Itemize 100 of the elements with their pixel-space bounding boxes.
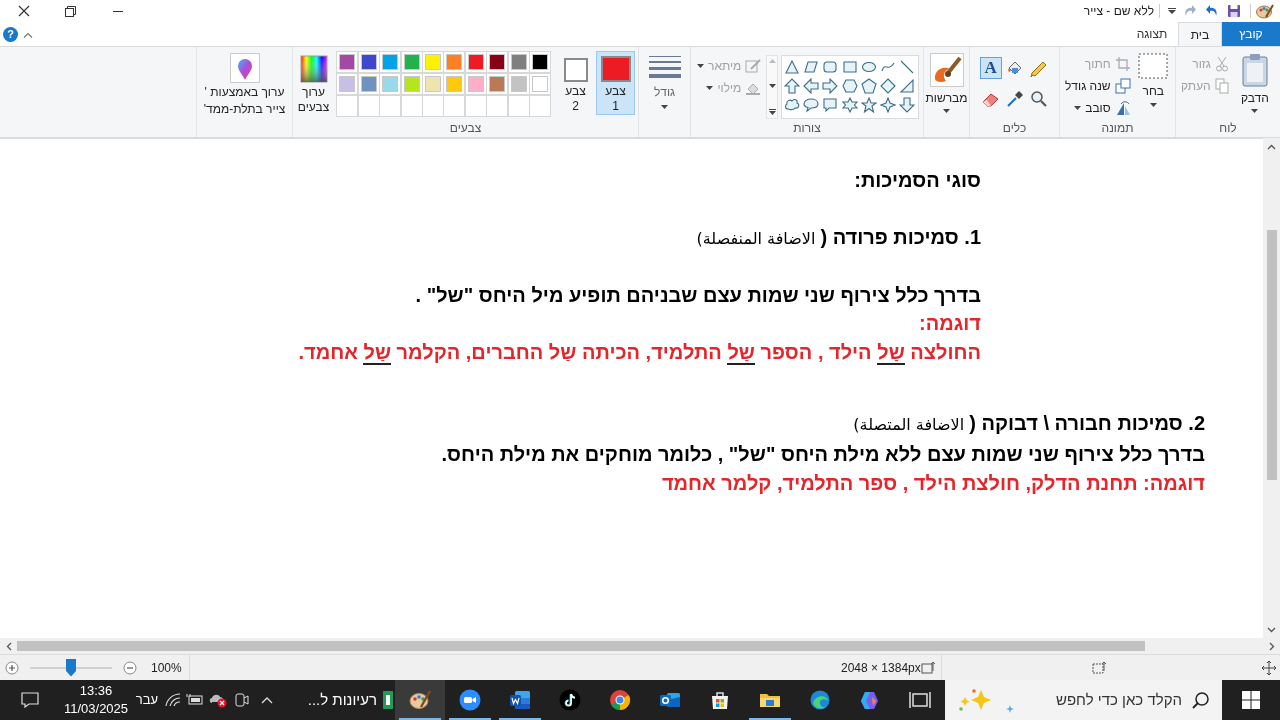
speech-bubble-icon[interactable] bbox=[803, 97, 820, 113]
paste-button[interactable]: הדבק bbox=[1232, 53, 1277, 119]
palette-color[interactable] bbox=[489, 76, 506, 92]
store-app-icon bbox=[709, 689, 731, 711]
vertical-scrollbar[interactable] bbox=[1263, 138, 1280, 638]
palette-color[interactable] bbox=[382, 54, 399, 70]
scroll-left-icon bbox=[5, 641, 12, 651]
zoom-in-button[interactable] bbox=[4, 659, 20, 676]
resize-button[interactable]: שנה גודל bbox=[1063, 75, 1133, 97]
scrollbar-thumb[interactable] bbox=[1266, 230, 1277, 480]
zoom-percentage: 100% bbox=[151, 659, 183, 677]
palette-color[interactable] bbox=[360, 76, 377, 92]
palette-color[interactable] bbox=[425, 54, 442, 70]
size-button[interactable]: גודל bbox=[648, 55, 681, 137]
cloud-callout-icon[interactable] bbox=[784, 97, 801, 113]
brushes-button[interactable]: מברשות bbox=[925, 53, 968, 119]
up-arrow-icon[interactable] bbox=[784, 78, 801, 94]
taskview-app-icon bbox=[909, 689, 931, 711]
canvas-text: בדרך כלל צירוף שני שמות עצם ללא מילת היחס "של" , כלומר מוחקים את מילת היחס. bbox=[441, 442, 1205, 467]
horizontal-scrollbar[interactable] bbox=[0, 638, 1280, 654]
color-slot-button[interactable]: צבע 2 bbox=[557, 51, 595, 115]
right-arrow-icon[interactable] bbox=[822, 78, 839, 94]
caret-icon bbox=[943, 109, 950, 113]
star-icon[interactable] bbox=[860, 97, 877, 113]
zoom-in-icon bbox=[5, 660, 19, 675]
search-icon bbox=[1192, 691, 1210, 709]
select-button[interactable]: בחר bbox=[1134, 53, 1172, 119]
search-field[interactable]: הקלד כאן כדי לחפש bbox=[1027, 688, 1182, 712]
palette-color[interactable] bbox=[403, 54, 420, 70]
copy-icon bbox=[1214, 78, 1229, 94]
scroll-up-icon bbox=[768, 59, 776, 63]
parallelogram-icon[interactable] bbox=[803, 59, 820, 75]
crop-icon bbox=[1114, 56, 1131, 72]
collapse-icon bbox=[23, 32, 33, 38]
ribbon-tab[interactable]: בית bbox=[1178, 22, 1222, 46]
caret-icon bbox=[1149, 103, 1157, 107]
left-arrow-icon[interactable] bbox=[803, 78, 820, 94]
palette-color[interactable] bbox=[403, 76, 420, 92]
text-tool-button[interactable]: A bbox=[979, 57, 1002, 79]
selection-rectangle-icon bbox=[1138, 53, 1169, 79]
scrollbar-thumb[interactable] bbox=[17, 641, 1145, 651]
diamond-icon[interactable] bbox=[879, 78, 896, 94]
palette-color[interactable] bbox=[467, 76, 484, 92]
palette-color[interactable] bbox=[510, 54, 527, 70]
hexagon-icon[interactable] bbox=[841, 78, 858, 94]
palette-color[interactable] bbox=[489, 54, 506, 70]
four-point-star-icon[interactable] bbox=[879, 97, 896, 113]
triangle-icon[interactable] bbox=[784, 59, 801, 75]
right-triangle-icon[interactable] bbox=[899, 78, 915, 94]
help-button[interactable]: ? bbox=[3, 27, 18, 42]
down-arrow-icon[interactable] bbox=[899, 97, 915, 113]
palette-color[interactable] bbox=[382, 76, 399, 92]
taskbar-window-button[interactable]: רעיונות ל... bbox=[295, 680, 395, 720]
word-app-icon bbox=[509, 689, 531, 711]
line-icon[interactable] bbox=[899, 59, 915, 75]
scroll-down-icon bbox=[1267, 626, 1276, 633]
close-icon bbox=[17, 5, 30, 17]
palette-color[interactable] bbox=[467, 54, 484, 70]
edit-colors-button[interactable]: ערוך צבעים bbox=[296, 51, 331, 119]
clock[interactable]: 13:36 11/03/2025 bbox=[60, 680, 132, 720]
canvas-text: סוגי הסמיכות: bbox=[854, 168, 981, 193]
ribbon-tab[interactable]: קובץ bbox=[1222, 22, 1280, 46]
palette-color[interactable] bbox=[425, 76, 442, 92]
palette-color[interactable] bbox=[446, 76, 463, 92]
paintbrush-icon bbox=[929, 53, 964, 87]
zoom-out-button[interactable] bbox=[122, 659, 138, 676]
group-label: צבעים bbox=[449, 120, 482, 137]
language-indicator[interactable]: עבר bbox=[132, 680, 162, 720]
palette-color[interactable] bbox=[360, 54, 377, 70]
pentagon-icon[interactable] bbox=[860, 78, 877, 94]
rotate-button[interactable]: סובב bbox=[1063, 97, 1133, 119]
slider-thumb[interactable] bbox=[66, 658, 76, 677]
chrome-app-icon bbox=[609, 689, 631, 711]
ribbon-tab[interactable]: תצוגה bbox=[1126, 22, 1178, 46]
window-title: ללא שם - צייר bbox=[1083, 3, 1154, 20]
battery-plug-icon bbox=[186, 693, 204, 707]
gallery-scroll-down[interactable] bbox=[768, 84, 776, 88]
camera-icon bbox=[235, 692, 249, 708]
gallery-expand[interactable] bbox=[768, 109, 776, 115]
copilot-app-icon bbox=[859, 689, 881, 711]
group-label: לוח bbox=[1219, 120, 1237, 137]
palette-color[interactable] bbox=[532, 76, 548, 92]
edge-app-icon bbox=[809, 689, 831, 711]
resize-icon bbox=[1114, 78, 1131, 94]
palette-color[interactable] bbox=[339, 54, 356, 70]
speech-bubble-icon[interactable] bbox=[822, 97, 839, 113]
zoom-slider[interactable] bbox=[30, 658, 112, 677]
scroll-up-icon bbox=[1267, 143, 1276, 150]
taskbar-app-button[interactable] bbox=[395, 680, 445, 720]
palette-color[interactable] bbox=[446, 54, 463, 70]
six-point-star-icon[interactable] bbox=[841, 97, 858, 113]
search-box[interactable]: הקלד כאן כדי לחפש bbox=[945, 680, 1222, 720]
edit-with-paint-3d-button[interactable]: ערוך באמצעות ' צייר בתלת-ממד' bbox=[203, 53, 286, 119]
color-slot-button[interactable]: צבע 1 bbox=[596, 51, 635, 115]
search-icon bbox=[1029, 89, 1047, 107]
pencil-icon bbox=[1029, 59, 1047, 77]
palette-color[interactable] bbox=[510, 76, 527, 92]
palette-color[interactable] bbox=[339, 76, 356, 92]
palette-color[interactable] bbox=[532, 54, 548, 70]
windows-logo-icon bbox=[1242, 691, 1260, 709]
